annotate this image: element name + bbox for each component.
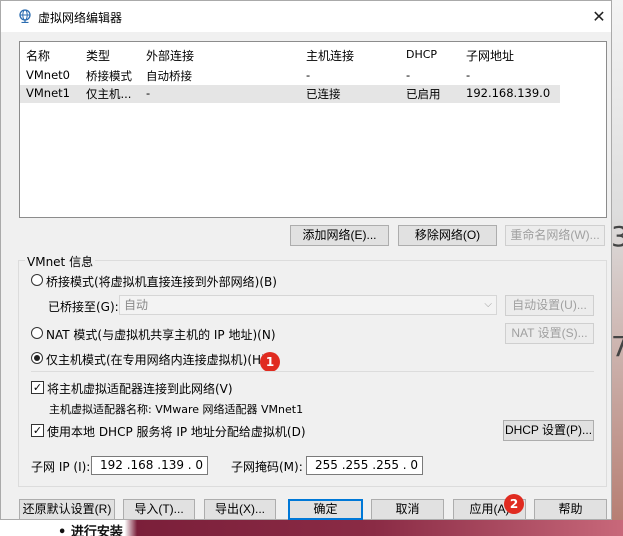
import-button[interactable]: 导入(T)... xyxy=(123,499,195,520)
cell-external: - xyxy=(146,86,151,100)
window-title: 虚拟网络编辑器 xyxy=(38,11,123,25)
auto-settings-button[interactable]: 自动设置(U)... xyxy=(505,295,594,316)
bridged-to-select[interactable]: 自动 ⌵ xyxy=(119,295,497,315)
help-button[interactable]: 帮助 xyxy=(534,499,607,520)
column-header-host[interactable]: 主机连接 xyxy=(306,47,354,64)
annotation-badge-2: 2 xyxy=(504,494,524,514)
cell-type: 仅主机... xyxy=(86,87,132,101)
column-header-dhcp[interactable]: DHCP xyxy=(406,48,437,61)
column-header-name[interactable]: 名称 xyxy=(26,47,50,64)
cell-subnet: 192.168.139.0 xyxy=(466,86,551,100)
subnet-mask-field[interactable]: 255 .255 .255 . 0 xyxy=(306,456,423,475)
ok-button[interactable]: 确定 xyxy=(288,499,363,520)
adapter-name-text: 主机虚拟适配器名称: VMware 网络适配器 VMnet1 xyxy=(49,403,304,416)
annotation-badge-1: 1 xyxy=(260,352,280,372)
cell-host: - xyxy=(306,68,311,82)
dhcp-settings-button[interactable]: DHCP 设置(P)... xyxy=(503,420,594,441)
restore-defaults-button[interactable]: 还原默认设置(R) xyxy=(19,499,115,520)
title-bar: 虚拟网络编辑器 ✕ xyxy=(1,1,611,32)
nat-mode-label[interactable]: NAT 模式(与虚拟机共享主机的 IP 地址)(N) xyxy=(46,326,276,343)
cell-host: 已连接 xyxy=(306,87,341,101)
table-row[interactable]: VMnet0 桥接模式 自动桥接 - - - xyxy=(20,67,560,85)
bridge-mode-label[interactable]: 桥接模式(将虚拟机直接连接到外部网络)(B) xyxy=(46,273,277,290)
background-glyph: 3 xyxy=(611,220,623,253)
vmnet-info-title: VMnet 信息 xyxy=(25,253,96,270)
cell-name: VMnet0 xyxy=(26,68,70,82)
close-icon[interactable]: ✕ xyxy=(589,7,609,27)
column-header-subnet[interactable]: 子网地址 xyxy=(466,47,514,64)
virtual-network-editor-window: 虚拟网络编辑器 ✕ 名称 类型 外部连接 主机连接 DHCP 子网地址 VMne… xyxy=(0,0,612,520)
bridged-to-label: 已桥接至(G): xyxy=(48,300,119,314)
cell-name: VMnet1 xyxy=(26,86,70,100)
export-button[interactable]: 导出(X)... xyxy=(204,499,276,520)
divider xyxy=(31,371,594,372)
cell-external: 自动桥接 xyxy=(146,69,192,83)
bridged-to-value: 自动 xyxy=(124,298,149,312)
host-only-mode-radio[interactable] xyxy=(31,352,43,364)
background-text: • 进行安装 xyxy=(58,525,123,536)
subnet-mask-label: 子网掩码(M): xyxy=(231,460,303,474)
background-window-edge xyxy=(612,0,623,536)
cell-dhcp: - xyxy=(406,68,411,82)
cell-type: 桥接模式 xyxy=(86,69,132,83)
table-row-selected[interactable]: VMnet1 仅主机... - 已连接 已启用 192.168.139.0 xyxy=(20,85,560,103)
subnet-ip-label: 子网 IP (I): xyxy=(31,460,91,474)
cancel-button[interactable]: 取消 xyxy=(371,499,444,520)
connect-adapter-label[interactable]: 将主机虚拟适配器连接到此网络(V) xyxy=(47,380,233,397)
bridge-mode-radio[interactable] xyxy=(31,274,43,286)
list-header: 名称 类型 外部连接 主机连接 DHCP 子网地址 xyxy=(20,46,560,64)
rename-network-button[interactable]: 重命名网络(W)... xyxy=(505,225,605,246)
cell-dhcp: 已启用 xyxy=(406,87,441,101)
nat-settings-button[interactable]: NAT 设置(S)... xyxy=(505,323,594,344)
column-header-external[interactable]: 外部连接 xyxy=(146,47,194,64)
host-only-mode-label[interactable]: 仅主机模式(在专用网络内连接虚拟机)(H) xyxy=(46,351,266,368)
column-header-type[interactable]: 类型 xyxy=(86,47,110,64)
add-network-button[interactable]: 添加网络(E)... xyxy=(290,225,389,246)
cell-subnet: - xyxy=(466,68,471,82)
network-list[interactable]: 名称 类型 外部连接 主机连接 DHCP 子网地址 VMnet0 桥接模式 自动… xyxy=(19,41,607,218)
chevron-down-icon: ⌵ xyxy=(484,299,492,310)
subnet-ip-field[interactable]: 192 .168 .139 . 0 xyxy=(91,456,208,475)
connect-adapter-checkbox[interactable]: ✓ xyxy=(31,381,44,394)
dhcp-checkbox[interactable]: ✓ xyxy=(31,424,44,437)
background-glyph: 7 xyxy=(611,330,623,363)
dhcp-label[interactable]: 使用本地 DHCP 服务将 IP 地址分配给虚拟机(D) xyxy=(47,423,306,440)
remove-network-button[interactable]: 移除网络(O) xyxy=(398,225,497,246)
nat-mode-radio[interactable] xyxy=(31,327,43,339)
network-globe-icon xyxy=(19,9,31,23)
